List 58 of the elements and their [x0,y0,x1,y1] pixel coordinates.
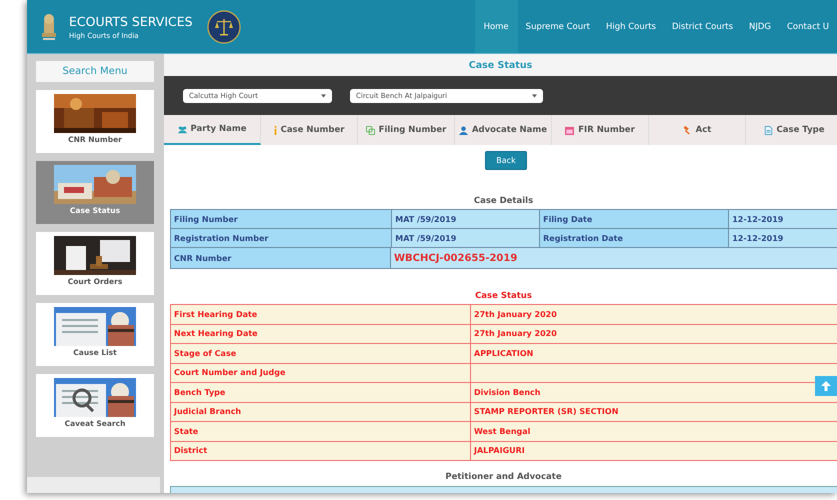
table-cell: 27th January 2020 [470,324,837,344]
search-menu-title: Search Menu [36,61,154,82]
nav-link[interactable]: NJDG [741,0,779,53]
section-heading: Petitioner and Advocate [444,472,563,484]
table-cell: Next Hearing Date [170,324,470,344]
people-icon [178,124,187,134]
table-cell: West Bengal [470,422,837,441]
table-cell: Registration Date [540,228,729,248]
copy-icon [366,126,375,134]
nav-link[interactable]: Home [474,0,518,53]
site-title: ECOURTS SERVICES [69,14,193,28]
table-cell: Filing Date [540,210,729,228]
search-tab[interactable]: Party Name [164,115,261,145]
search-tab[interactable]: Case Number [261,115,358,145]
section-heading: Case Details [472,196,534,208]
nav-link[interactable]: High Courts [598,0,664,53]
table-cell: CNR Number [170,248,390,268]
table-cell: Stage of Case [170,344,470,363]
emblem-icon [39,12,59,40]
person-icon [458,126,468,134]
scroll-top-button[interactable] [815,376,837,396]
calendar-icon [565,126,574,134]
scales-logo [206,10,241,44]
up-arrow-icon [821,381,831,391]
table-cell: 12-12-2019 [728,228,837,248]
nav-link[interactable]: District Courts [664,0,741,53]
table-cell: First Hearing Date [170,304,470,324]
info-icon [274,126,277,134]
table-cell: District [170,441,470,460]
search-tab[interactable]: FIR Number [552,115,649,145]
caret-icon [532,94,537,98]
table-cell: Bench Type [170,382,470,402]
file-icon [764,126,773,134]
search-tab[interactable]: Filing Number [358,115,455,145]
table-cell: 12-12-2019 [728,210,837,228]
table-cell: 27th January 2020 [470,304,837,324]
table-cell: Court Number and Judge [170,363,470,382]
gavel-icon [682,126,692,134]
table-cell: MAT /59/2019 [392,210,540,228]
table-cell: STAMP REPORTER (SR) SECTION [470,402,837,422]
table-cell: Filing Number [170,210,392,228]
nav-link[interactable]: Contact U [779,0,837,53]
table-cell: Division Bench [470,382,837,402]
back-button[interactable]: Back [485,151,527,170]
nav-link[interactable]: Supreme Court [518,0,598,53]
table-cell: MAT /59/2019 [392,228,540,248]
caret-icon [321,94,326,98]
search-tab[interactable]: Advocate Name [455,115,552,145]
panel-title: Case Status [164,54,837,76]
table-cell: APPLICATION [470,344,837,363]
table-cell: Registration Number [170,228,392,248]
section-heading: Case Status [474,291,533,303]
search-tab[interactable]: Act [649,115,746,145]
table-cell: WBCHCJ-002655-2019 [390,248,837,268]
table-cell: JALPAIGURI [470,441,837,460]
table-cell: State [170,422,470,441]
search-tab[interactable]: Case Type [746,115,837,145]
table-cell: Judicial Branch [170,402,470,422]
